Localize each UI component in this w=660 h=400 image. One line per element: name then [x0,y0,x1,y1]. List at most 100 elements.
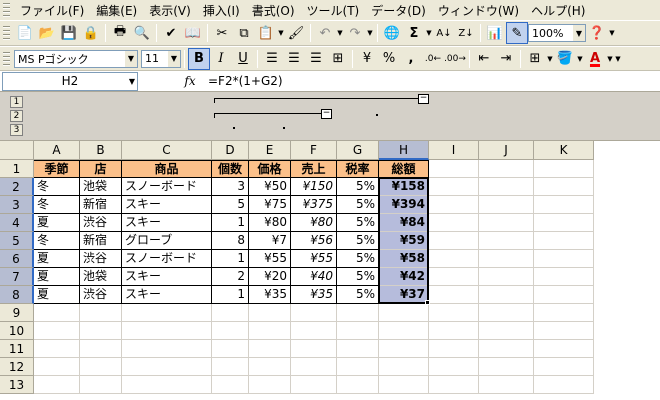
merge-center-icon[interactable]: ⊞ [327,48,349,70]
header-cell-product[interactable]: 商品 [122,160,212,178]
cell-price[interactable]: ¥50 [249,178,291,196]
outline-level-1-button[interactable]: 1 [10,96,23,108]
cell-tax-rate[interactable]: 5% [337,214,379,232]
cell-store[interactable]: 渋谷 [80,214,122,232]
currency-button[interactable]: ¥ [356,48,378,70]
cell-quantity[interactable]: 5 [212,196,249,214]
cell-product[interactable]: スノーボード [122,178,212,196]
empty-cell[interactable] [479,214,534,232]
empty-cell[interactable] [379,322,429,340]
empty-cell[interactable] [80,340,122,358]
research-icon[interactable]: 📖 [182,22,204,44]
empty-cell[interactable] [122,358,212,376]
comma-button[interactable]: , [400,48,422,70]
empty-cell[interactable] [534,214,594,232]
cell-price[interactable]: ¥80 [249,214,291,232]
decrease-indent-icon[interactable]: ⇤ [473,48,495,70]
copy-icon[interactable]: ⧉ [233,22,255,44]
empty-cell[interactable] [249,376,291,394]
name-box[interactable]: H2 ▼ [2,71,138,91]
empty-cell[interactable] [80,376,122,394]
empty-cell[interactable] [429,340,479,358]
cell-tax-rate[interactable]: 5% [337,250,379,268]
empty-cell[interactable] [379,358,429,376]
cell-price[interactable]: ¥75 [249,196,291,214]
borders-dropdown-icon[interactable]: ▼ [546,55,554,63]
zoom-combo[interactable]: 100% ▼ [528,24,586,42]
spelling-icon[interactable]: ✔ [160,22,182,44]
row-header-7[interactable]: 7 [0,268,34,286]
empty-cell[interactable] [337,340,379,358]
empty-cell[interactable] [122,304,212,322]
empty-cell[interactable] [249,358,291,376]
column-header-h[interactable]: H [379,141,429,160]
empty-cell[interactable] [534,196,594,214]
print-icon[interactable]: 🖶 [109,22,131,44]
empty-cell[interactable] [534,358,594,376]
empty-cell[interactable] [291,358,337,376]
empty-cell[interactable] [534,304,594,322]
empty-cell[interactable] [479,196,534,214]
cell-total[interactable]: ¥42 [379,268,429,286]
empty-cell[interactable] [534,340,594,358]
empty-cell[interactable] [249,304,291,322]
menu-file[interactable]: ファイル(F) [14,0,90,21]
cell-season[interactable]: 夏 [34,214,80,232]
empty-cell[interactable] [429,250,479,268]
cell-season[interactable]: 冬 [34,178,80,196]
empty-cell[interactable] [479,178,534,196]
cell-quantity[interactable]: 8 [212,232,249,250]
cell-price[interactable]: ¥55 [249,250,291,268]
empty-cell[interactable] [379,340,429,358]
empty-cell[interactable] [479,232,534,250]
cell-sales[interactable]: ¥35 [291,286,337,304]
empty-cell[interactable] [379,304,429,322]
empty-cell[interactable] [337,358,379,376]
menu-view[interactable]: 表示(V) [143,0,197,21]
empty-cell[interactable] [80,358,122,376]
empty-cell[interactable] [429,304,479,322]
cell-sales[interactable]: ¥375 [291,196,337,214]
empty-cell[interactable] [534,322,594,340]
empty-cell[interactable] [479,340,534,358]
save-icon[interactable]: 💾 [58,22,80,44]
cell-total[interactable]: ¥59 [379,232,429,250]
collapse-group-button[interactable]: − [418,94,429,104]
undo-icon[interactable]: ↶ [314,22,336,44]
empty-cell[interactable] [429,160,479,178]
select-all-button[interactable] [0,141,34,160]
empty-cell[interactable] [291,304,337,322]
empty-cell[interactable] [291,340,337,358]
cell-tax-rate[interactable]: 5% [337,178,379,196]
empty-cell[interactable] [212,322,249,340]
drawing-icon[interactable]: ✎ [506,22,528,44]
align-right-icon[interactable]: ☰ [305,48,327,70]
row-header-1[interactable]: 1 [0,160,34,178]
help-icon[interactable]: ❓ [586,22,608,44]
cell-store[interactable]: 渋谷 [80,250,122,268]
cell-store[interactable]: 新宿 [80,232,122,250]
cell-quantity[interactable]: 1 [212,286,249,304]
header-cell-tax-rate[interactable]: 税率 [337,160,379,178]
menu-data[interactable]: データ(D) [365,0,432,21]
empty-cell[interactable] [534,160,594,178]
row-header-8[interactable]: 8 [0,286,34,304]
cell-tax-rate[interactable]: 5% [337,196,379,214]
align-center-icon[interactable]: ☰ [283,48,305,70]
cell-price[interactable]: ¥35 [249,286,291,304]
empty-cell[interactable] [212,376,249,394]
empty-cell[interactable] [534,250,594,268]
row-header-9[interactable]: 9 [0,304,34,322]
redo-icon[interactable]: ↷ [344,22,366,44]
menu-grip[interactable] [3,2,10,18]
cell-product[interactable]: スキー [122,268,212,286]
empty-cell[interactable] [479,268,534,286]
empty-cell[interactable] [249,340,291,358]
menu-window[interactable]: ウィンドウ(W) [432,0,525,21]
empty-cell[interactable] [291,376,337,394]
chevron-down-icon[interactable]: ▼ [573,25,585,41]
empty-cell[interactable] [212,340,249,358]
empty-cell[interactable] [429,358,479,376]
cell-product[interactable]: スキー [122,286,212,304]
row-header-10[interactable]: 10 [0,322,34,340]
